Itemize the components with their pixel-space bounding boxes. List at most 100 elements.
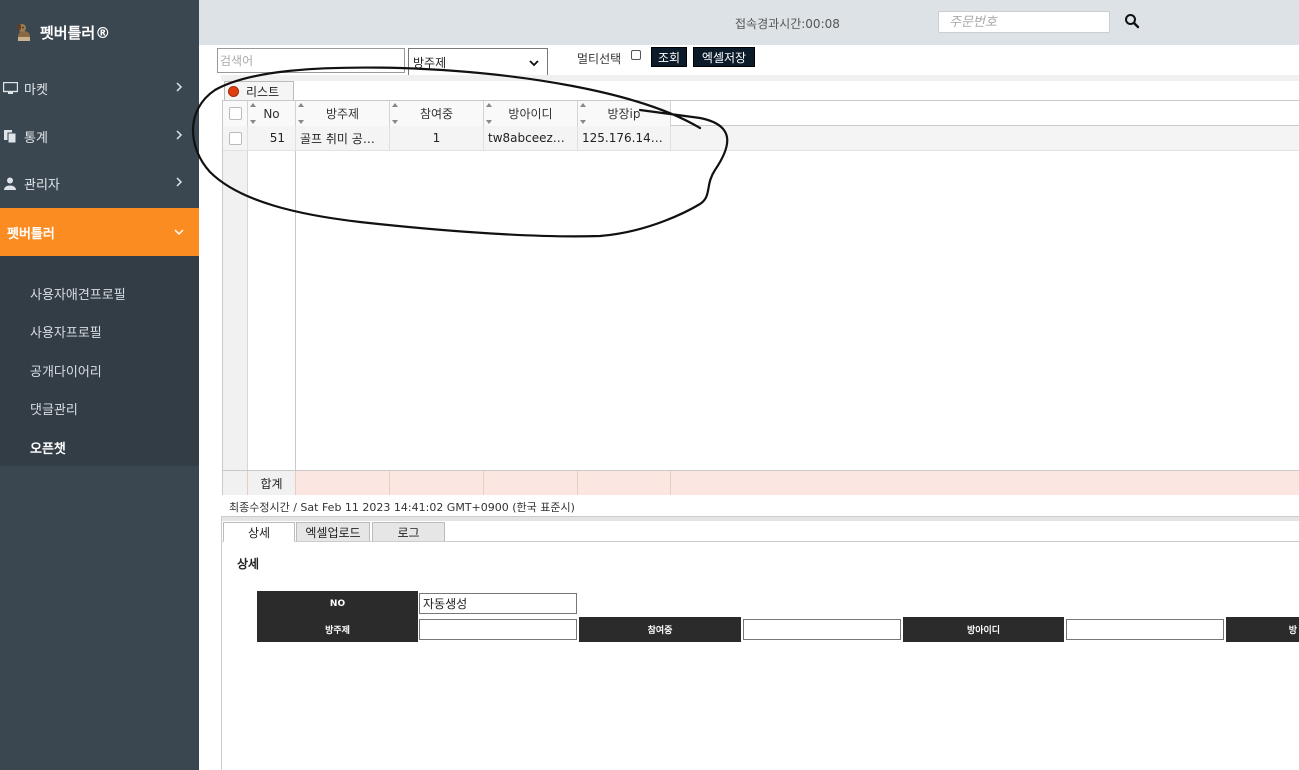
topic-select-value: 방주제 <box>413 55 447 70</box>
field-topic[interactable] <box>419 619 577 640</box>
header-select-all <box>223 101 248 126</box>
select-all-checkbox[interactable] <box>228 107 242 120</box>
chevron-right-icon <box>176 82 183 92</box>
label-joined: 참여중 <box>579 617 741 642</box>
order-number-input[interactable] <box>938 11 1110 33</box>
menu-label-petbutler: 펫버틀러 <box>7 226 55 242</box>
search-icon[interactable] <box>1124 13 1140 29</box>
keyword-input[interactable] <box>217 48 405 73</box>
menu-label-admin: 관리자 <box>24 177 60 193</box>
cell-no: 51 <box>248 126 296 150</box>
query-button[interactable]: 조회 <box>651 47 687 67</box>
bottom-panel-strip <box>221 516 1299 521</box>
label-topic: 방주제 <box>257 617 418 642</box>
column-header-room-id[interactable]: 방아이디 <box>484 101 578 126</box>
submenu: 사용자애견프로필 사용자프로필 공개다이어리 댓글관리 오픈챗 <box>0 256 199 466</box>
sort-up-icon <box>298 103 304 107</box>
column-header-owner-ip[interactable]: 방장ip <box>578 101 671 126</box>
submenu-item-openchat[interactable]: 오픈챗 <box>30 438 66 457</box>
summary-cell <box>390 471 484 495</box>
sort-up-icon <box>250 103 256 107</box>
field-no[interactable]: 자동생성 <box>419 593 577 614</box>
label-room-id: 방아이디 <box>903 617 1064 642</box>
menu-item-market[interactable]: 마켓 <box>0 66 199 110</box>
sort-down-icon <box>486 120 492 124</box>
column-header-topic[interactable]: 방주제 <box>296 101 390 126</box>
submenu-item-comments[interactable]: 댓글관리 <box>30 399 78 418</box>
user-icon <box>2 176 18 190</box>
sidebar: 펫버틀러® 마켓 통계 관리자 펫버틀러 사용자애견프로필 사용자프로필 공개다… <box>0 0 199 770</box>
sort-up-icon <box>392 103 398 107</box>
column-header-no[interactable]: No <box>248 101 296 126</box>
summary-cell <box>578 471 671 495</box>
column-header-joined-label: 참여중 <box>419 107 454 121</box>
elapsed-time: 접속경과시간:00:08 <box>735 15 840 32</box>
menu-item-stats[interactable]: 통계 <box>0 114 199 158</box>
cell-joined: 1 <box>390 126 484 150</box>
summary-label: 합계 <box>248 471 296 495</box>
menu-label-market: 마켓 <box>24 82 48 98</box>
label-owner-ip: 방 <box>1226 617 1299 642</box>
elapsed-value: 00:08 <box>805 17 840 31</box>
grid-summary-row: 합계 <box>223 470 1299 495</box>
chevron-down-icon <box>174 229 184 236</box>
field-room-id[interactable] <box>1066 619 1224 640</box>
row-checkbox[interactable] <box>228 131 242 145</box>
tab-detail[interactable]: 상세 <box>223 522 295 542</box>
submenu-item-pet-profile[interactable]: 사용자애견프로필 <box>30 284 126 303</box>
menu-item-admin[interactable]: 관리자 <box>0 161 199 205</box>
column-header-room-id-label: 방아이디 <box>508 107 553 121</box>
cell-room-id: tw8abceez… <box>484 126 578 150</box>
field-joined[interactable] <box>743 619 901 640</box>
multi-select-checkbox[interactable] <box>631 50 641 60</box>
excel-save-button[interactable]: 엑셀저장 <box>693 47 755 67</box>
record-dot-icon <box>228 85 239 97</box>
cell-owner-ip: 125.176.14… <box>578 126 671 150</box>
column-header-joined[interactable]: 참여중 <box>390 101 484 126</box>
chevron-down-icon <box>529 60 539 67</box>
table-row[interactable]: 51 골프 취미 공… 1 tw8abceez… 125.176.14… <box>223 126 1299 151</box>
data-grid: No 방주제 참여중 방아이디 방장ip 51 골프 취미 공… 1 tw8ab… <box>222 100 1299 495</box>
column-header-no-label: No <box>263 106 280 121</box>
tab-excel-upload[interactable]: 엑셀업로드 <box>296 522 370 542</box>
topic-select[interactable]: 방주제 <box>408 48 548 76</box>
sort-down-icon <box>250 120 256 124</box>
last-modified-text: 최종수정시간 / Sat Feb 11 2023 14:41:02 GMT+09… <box>229 501 575 514</box>
panel-strip <box>221 75 1299 81</box>
column-header-owner-ip-label: 방장ip <box>607 107 641 121</box>
chevron-right-icon <box>176 177 183 187</box>
panel-border <box>221 516 222 770</box>
cell-topic: 골프 취미 공… <box>296 126 390 150</box>
top-header: 접속경과시간:00:08 <box>199 0 1299 45</box>
submenu-item-user-profile[interactable]: 사용자프로필 <box>30 322 102 341</box>
tab-log[interactable]: 로그 <box>372 522 445 542</box>
chevron-right-icon <box>176 130 183 140</box>
row-selector-column <box>223 101 248 471</box>
grid-header: No 방주제 참여중 방아이디 방장ip <box>223 101 1299 126</box>
summary-cell <box>484 471 578 495</box>
menu-label-stats: 통계 <box>24 130 48 146</box>
detail-title: 상세 <box>237 557 260 571</box>
tab-underline <box>222 541 1299 542</box>
summary-cell <box>296 471 390 495</box>
sort-down-icon <box>298 120 304 124</box>
brand-name: 펫버틀러® <box>40 23 111 42</box>
submenu-item-public-diary[interactable]: 공개다이어리 <box>30 361 102 380</box>
label-no: NO <box>257 591 418 617</box>
sort-up-icon <box>486 103 492 107</box>
sort-down-icon <box>392 120 398 124</box>
column-divider <box>295 101 296 471</box>
sort-up-icon <box>580 103 586 107</box>
multi-select-label: 멀티선택 <box>577 52 622 66</box>
brand[interactable]: 펫버틀러® <box>14 20 110 44</box>
column-header-topic-label: 방주제 <box>325 107 360 121</box>
copy-icon <box>2 129 18 143</box>
summary-blank <box>223 471 248 495</box>
tab-list[interactable]: 리스트 <box>224 81 294 100</box>
sort-down-icon <box>580 120 586 124</box>
menu-item-petbutler[interactable]: 펫버틀러 <box>0 208 199 256</box>
monitor-icon <box>2 81 18 95</box>
dog-logo-icon <box>14 22 34 42</box>
elapsed-label: 접속경과시간: <box>735 17 806 31</box>
row-select-cell <box>223 126 248 150</box>
